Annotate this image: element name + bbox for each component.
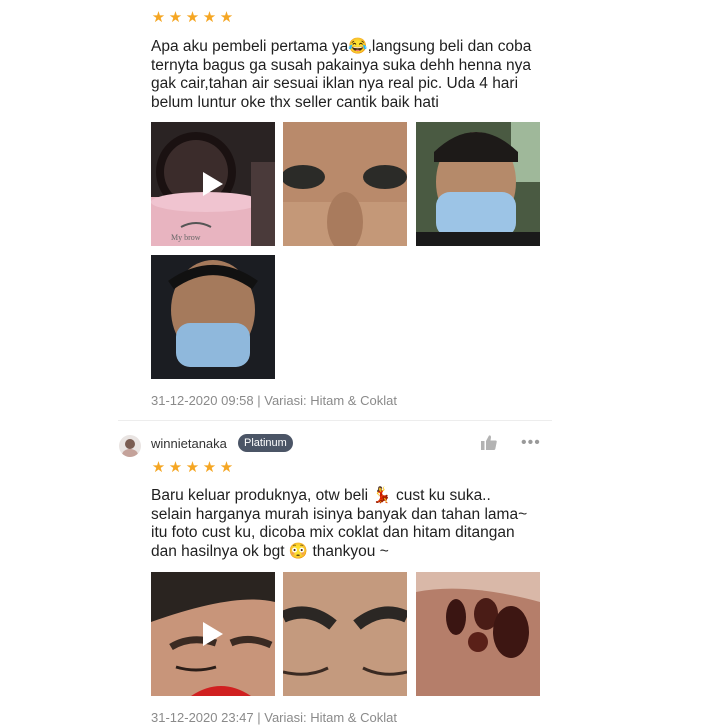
review-text: Baru keluar produknya, otw beli 💃 cust k… [151,487,528,560]
svg-text:My brow: My brow [171,233,201,242]
rating-stars: ★ ★ ★ ★ ★ [151,460,234,475]
review-video-thumbnail[interactable]: My brow [151,122,275,246]
star-icon: ★ [168,459,183,476]
star-icon: ★ [219,459,234,476]
avatar[interactable] [119,435,141,457]
review-meta: 31-12-2020 09:58 | Variasi: Hitam & Cokl… [151,393,397,408]
status-badge: Platinum [238,434,293,452]
star-icon: ★ [202,9,217,26]
star-icon: ★ [151,9,166,26]
star-icon: ★ [185,9,200,26]
star-icon: ★ [185,459,200,476]
review-photo[interactable] [416,122,540,246]
star-icon: ★ [168,9,183,26]
review-photo[interactable] [283,122,407,246]
play-icon [203,622,223,646]
play-icon [203,172,223,196]
more-icon[interactable]: ••• [521,435,541,451]
rating-stars: ★ ★ ★ ★ ★ [151,10,234,25]
star-icon: ★ [219,9,234,26]
review-video-thumbnail[interactable] [151,572,275,696]
review-text: Apa aku pembeli pertama ya😂,langsung bel… [151,38,532,111]
thumbs-up-icon[interactable] [480,434,498,452]
review-meta: 31-12-2020 23:47 | Variasi: Hitam & Cokl… [151,710,397,725]
star-icon: ★ [202,459,217,476]
username[interactable]: winnietanaka [151,436,227,451]
star-icon: ★ [151,459,166,476]
review-photo[interactable] [416,572,540,696]
review-photo[interactable] [151,255,275,379]
review-photo[interactable] [283,572,407,696]
divider [118,420,552,421]
